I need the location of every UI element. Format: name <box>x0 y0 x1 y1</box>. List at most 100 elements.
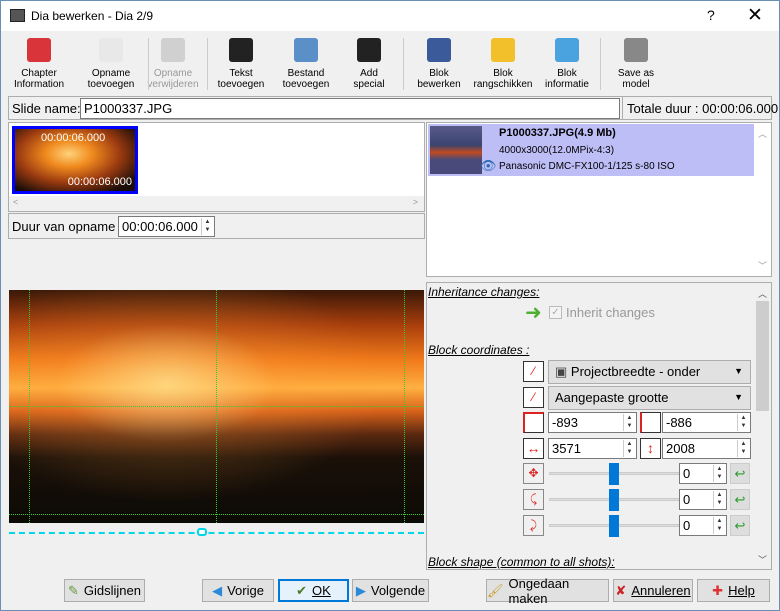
toolbar-button-magic-hat[interactable]: Add special <box>338 38 400 90</box>
scrollbar-thumb[interactable] <box>756 301 769 411</box>
settings-panel: Inheritance changes: ➜ ✓ Inherit changes… <box>426 282 772 570</box>
toolbar-label: Opname <box>91 68 131 79</box>
block-frame-bottom-edge[interactable] <box>9 532 424 534</box>
toolbar-label: special <box>353 79 385 90</box>
toolbar-button-database[interactable]: Save as model <box>605 38 667 90</box>
total-duration: Totale duur : 00:00:06.000 <box>627 101 779 116</box>
slide-preview[interactable] <box>9 290 424 523</box>
vertical-scrollbar[interactable]: ︿ ﹀ <box>754 123 771 276</box>
resize-handle[interactable] <box>197 528 207 536</box>
shot-thumbnail[interactable]: 00:00:06.000 00:00:06.000 <box>12 126 138 194</box>
inherit-checkbox[interactable]: ✓ <box>549 306 562 319</box>
rotate-x-input[interactable]: 0 ▲ ▼ <box>679 489 727 510</box>
y-position-icon <box>640 412 661 433</box>
rotate-z-input[interactable]: 0 ▲ ▼ <box>679 463 727 484</box>
lifebuoy-icon: ✚ <box>712 582 724 598</box>
toolbar-label: bewerken <box>417 79 461 90</box>
toolbar-button-info-magnifier[interactable]: Blok informatie <box>536 38 598 90</box>
size-combo-value: Aangepaste grootte <box>555 390 669 405</box>
shot-start-time: 00:00:06.000 <box>41 132 106 144</box>
reset-rotate-x-button[interactable]: ↩ <box>730 489 750 510</box>
settings-scrollbar[interactable]: ︿ ﹀ <box>754 283 771 569</box>
app-icon <box>10 9 25 22</box>
rotate-y-value: 0 <box>683 518 691 533</box>
cancel-button[interactable]: ✘ Annuleren <box>613 579 693 602</box>
inheritance-label: Inheritance changes: <box>428 285 540 299</box>
block-list: 👁 P1000337.JPG(4.9 Mb) 4000x3000(12.0MPi… <box>426 122 772 277</box>
toolbar-button-chapter[interactable]: Chapter Information <box>8 38 70 90</box>
chevron-down-icon: ▼ <box>734 366 743 376</box>
block-camera: Panasonic DMC-FX100-1/125 s-80 ISO <box>499 161 675 172</box>
toolbar-button-pen[interactable]: Blok bewerken <box>408 38 470 90</box>
undo-label: Ongedaan maken <box>508 575 570 606</box>
rotate-z-slider-thumb[interactable] <box>609 463 619 485</box>
slide-name-label: Slide name: <box>12 101 81 116</box>
toolbar-button-add-shot[interactable]: Opname toevoegen <box>80 38 142 90</box>
check-icon: ✔ <box>296 582 308 598</box>
rotate-x-spinner[interactable]: ▲ ▼ <box>713 491 725 508</box>
guides-icon: ✎ <box>68 582 79 598</box>
duration-value: 00:00:06.000 <box>122 219 198 234</box>
shot-end-time: 00:00:06.000 <box>67 176 132 188</box>
diagonal-resize-icon[interactable]: ⁄ <box>523 387 544 408</box>
undo-button[interactable]: 🖌 Ongedaan maken <box>486 576 609 606</box>
block-item[interactable]: 👁 P1000337.JPG(4.9 Mb) 4000x3000(12.0MPi… <box>428 124 754 176</box>
arrange-icon <box>491 38 515 62</box>
next-label: Volgende <box>370 583 426 598</box>
undo-arrow-icon: ↩ <box>734 466 746 481</box>
y-value: -886 <box>666 415 693 430</box>
ok-button[interactable]: ✔ OK <box>278 579 349 602</box>
delete-shot-icon <box>161 38 185 62</box>
position-combo[interactable]: ▣ Projectbreedte - onder ▼ <box>548 360 751 384</box>
height-input[interactable]: 2008 ▲ ▼ <box>662 438 751 459</box>
toolbar-label: rangschikken <box>473 79 533 90</box>
toolbar-button-add-text[interactable]: Tekst toevoegen <box>210 38 272 90</box>
rotate-y-input[interactable]: 0 ▲ ▼ <box>679 515 727 536</box>
toolbar-label: Add <box>360 68 378 79</box>
block-resolution: 4000x3000(12.0MPix-4:3) <box>499 145 615 156</box>
toolbar-label: toevoegen <box>87 79 135 90</box>
duration-spinner[interactable]: ▲ ▼ <box>201 218 213 235</box>
close-button[interactable]: ✕ <box>747 4 763 27</box>
undo-arrow-icon: ↩ <box>734 492 746 507</box>
previous-button[interactable]: ◀ Vorige <box>202 579 274 602</box>
rotate-x-slider-thumb[interactable] <box>609 489 619 511</box>
next-button[interactable]: ▶ Volgende <box>352 579 429 602</box>
reset-rotate-y-button[interactable]: ↩ <box>730 515 750 536</box>
toolbar-label: Blok <box>429 68 449 79</box>
y-spinner[interactable]: ▲ ▼ <box>737 414 749 431</box>
toolbar-separator <box>403 38 404 90</box>
guides-button[interactable]: ✎ Gidslijnen <box>64 579 145 602</box>
y-input[interactable]: -886 ▲ ▼ <box>662 412 751 433</box>
help-title-button[interactable]: ? <box>707 7 715 23</box>
cancel-label: Annuleren <box>631 583 691 598</box>
toolbar-button-add-file[interactable]: Bestand toevoegen <box>275 38 337 90</box>
brush-icon: 🖌 <box>487 582 504 598</box>
rotate-z-spinner[interactable]: ▲ ▼ <box>713 465 725 482</box>
duration-input[interactable]: 00:00:06.000 ▲ ▼ <box>118 216 215 237</box>
x-value: -893 <box>552 415 579 430</box>
width-input[interactable]: 3571 ▲ ▼ <box>548 438 637 459</box>
toolbar-label: toevoegen <box>282 79 330 90</box>
size-combo[interactable]: Aangepaste grootte ▼ <box>548 386 751 410</box>
rotate-y-spinner[interactable]: ▲ ▼ <box>713 517 725 534</box>
width-icon: ↔ <box>523 438 544 459</box>
reset-rotate-z-button[interactable]: ↩ <box>730 463 750 484</box>
x-spinner[interactable]: ▲ ▼ <box>623 414 635 431</box>
slide-name-input[interactable]: P1000337.JPG <box>80 98 620 119</box>
toolbar-label: Bestand <box>287 68 325 79</box>
toolbar-label: informatie <box>545 79 589 90</box>
toolbar-label: Blok <box>493 68 513 79</box>
x-input[interactable]: -893 ▲ ▼ <box>548 412 637 433</box>
pen-icon <box>427 38 451 62</box>
toolbar-button-arrange[interactable]: Blok rangschikken <box>472 38 534 90</box>
diagonal-resize-icon[interactable]: ⁄ <box>523 361 544 382</box>
width-spinner[interactable]: ▲ ▼ <box>623 440 635 457</box>
height-spinner[interactable]: ▲ ▼ <box>737 440 749 457</box>
rotate-z-icon: ✥ <box>523 463 544 484</box>
horizontal-scrollbar[interactable]: < > <box>9 196 424 211</box>
rotate-y-slider-thumb[interactable] <box>609 515 619 537</box>
guides-label: Gidslijnen <box>83 583 141 598</box>
toolbar-label: Information <box>13 79 65 90</box>
help-button[interactable]: ✚ Help <box>697 579 770 602</box>
